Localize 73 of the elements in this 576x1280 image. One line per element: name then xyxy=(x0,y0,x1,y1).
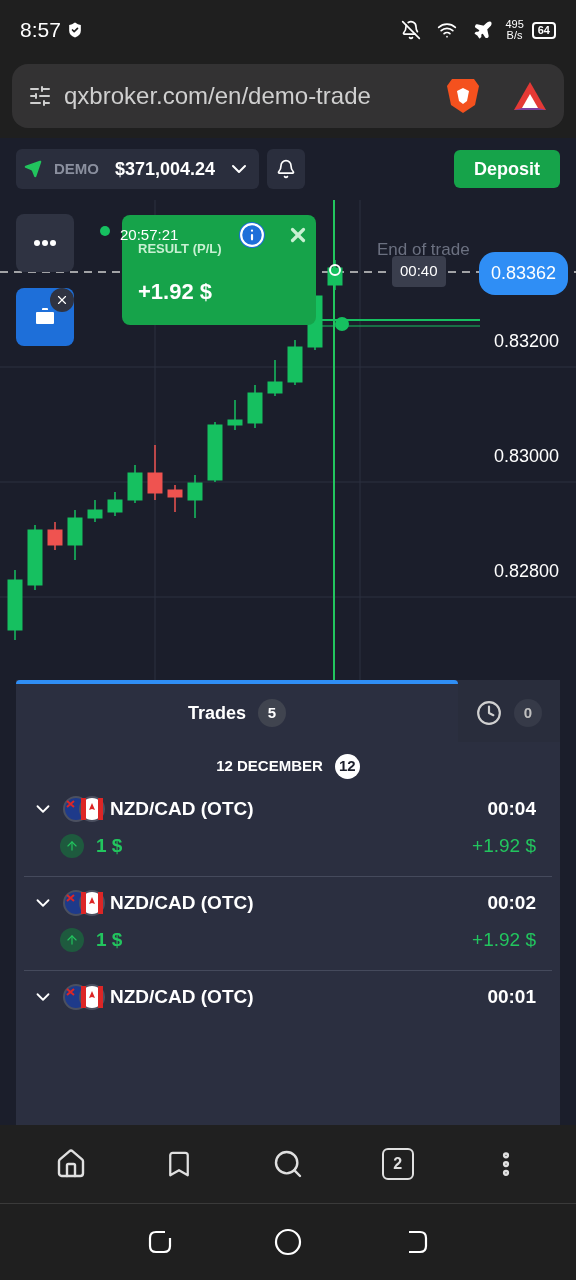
date-heading: 12 DECEMBER xyxy=(216,756,323,777)
candle xyxy=(207,421,223,483)
result-label: RESULT (P/L) xyxy=(138,240,222,258)
more-button[interactable] xyxy=(16,214,74,272)
candle xyxy=(7,569,23,641)
status-time: 8:57 xyxy=(20,17,61,44)
countdown-label: 00:40 xyxy=(392,256,446,287)
trades-tab[interactable]: Trades 5 xyxy=(16,680,458,742)
more-icon xyxy=(34,240,56,246)
home-circle-icon[interactable] xyxy=(274,1228,302,1256)
currency-flags-icon xyxy=(62,983,106,1012)
price-axis-label: 0.83200 xyxy=(494,330,560,353)
candle xyxy=(267,359,283,397)
arrow-up-icon xyxy=(60,833,84,858)
url-text: qxbroker.com/en/demo-trade xyxy=(64,81,371,111)
candle xyxy=(87,499,103,523)
notifications-button[interactable] xyxy=(267,149,306,189)
arrow-up-icon xyxy=(60,927,84,952)
paper-plane-icon xyxy=(24,160,42,178)
portfolio-button[interactable] xyxy=(16,288,74,346)
wifi-icon xyxy=(437,20,458,40)
clock-icon xyxy=(476,700,502,726)
search-icon[interactable] xyxy=(272,1148,304,1180)
pair-name: NZD/CAD (OTC) xyxy=(110,797,254,821)
candle xyxy=(167,484,183,513)
bell-icon xyxy=(276,159,297,179)
currency-flags-icon xyxy=(62,889,106,918)
airplane-icon xyxy=(473,20,494,40)
trade-profit: +1.92 $ xyxy=(472,833,537,858)
account-balance: $371,004.24 xyxy=(115,157,216,181)
result-value: +1.92 $ xyxy=(138,278,212,306)
lion-shield-icon[interactable] xyxy=(446,77,480,115)
trade-amount: 1 $ xyxy=(96,927,123,952)
currency-flags-icon xyxy=(62,795,106,824)
trade-time: 00:01 xyxy=(487,985,537,1009)
trade-profit: +1.92 $ xyxy=(472,927,537,952)
pair-name: NZD/CAD (OTC) xyxy=(110,985,254,1009)
candle xyxy=(47,521,63,551)
triangle-logo-icon[interactable] xyxy=(512,80,548,112)
candle xyxy=(27,524,43,591)
account-mode: DEMO xyxy=(54,158,99,179)
candle xyxy=(227,399,243,431)
candle xyxy=(287,339,303,386)
close-badge-icon[interactable] xyxy=(50,288,74,312)
battery-icon: 64 xyxy=(531,21,556,39)
price-axis-label: 0.82800 xyxy=(494,560,560,583)
candle xyxy=(327,259,343,291)
trade-time: 00:04 xyxy=(487,797,537,821)
price-axis-label: 0.83000 xyxy=(494,445,560,468)
candle xyxy=(127,464,143,504)
address-bar[interactable]: qxbroker.com/en/demo-trade xyxy=(12,64,564,128)
candle xyxy=(107,491,123,517)
tabs-button[interactable]: 2 xyxy=(381,1148,414,1180)
account-selector[interactable]: DEMO $371,004.24 xyxy=(16,149,260,189)
current-price-label: 0.83362 xyxy=(479,252,569,295)
pending-count-badge: 0 xyxy=(514,699,542,727)
date-badge: 12 xyxy=(334,754,360,779)
network-speed: 495 xyxy=(505,19,524,30)
pair-name: NZD/CAD (OTC) xyxy=(110,891,254,915)
candle xyxy=(247,384,263,429)
pending-tab[interactable]: 0 xyxy=(458,680,560,742)
price-marker-icon xyxy=(329,264,341,276)
network-speed-unit: B/s xyxy=(506,30,523,41)
trade-time: 00:02 xyxy=(487,891,537,915)
trade-marker-icon xyxy=(335,317,349,331)
recent-apps-icon[interactable] xyxy=(146,1229,173,1255)
candle xyxy=(187,474,203,519)
trades-count-badge: 5 xyxy=(258,699,286,727)
candle xyxy=(147,444,163,501)
candle xyxy=(67,509,83,561)
trade-amount: 1 $ xyxy=(96,833,123,858)
site-settings-icon[interactable] xyxy=(28,84,52,108)
bell-off-icon xyxy=(401,20,422,40)
